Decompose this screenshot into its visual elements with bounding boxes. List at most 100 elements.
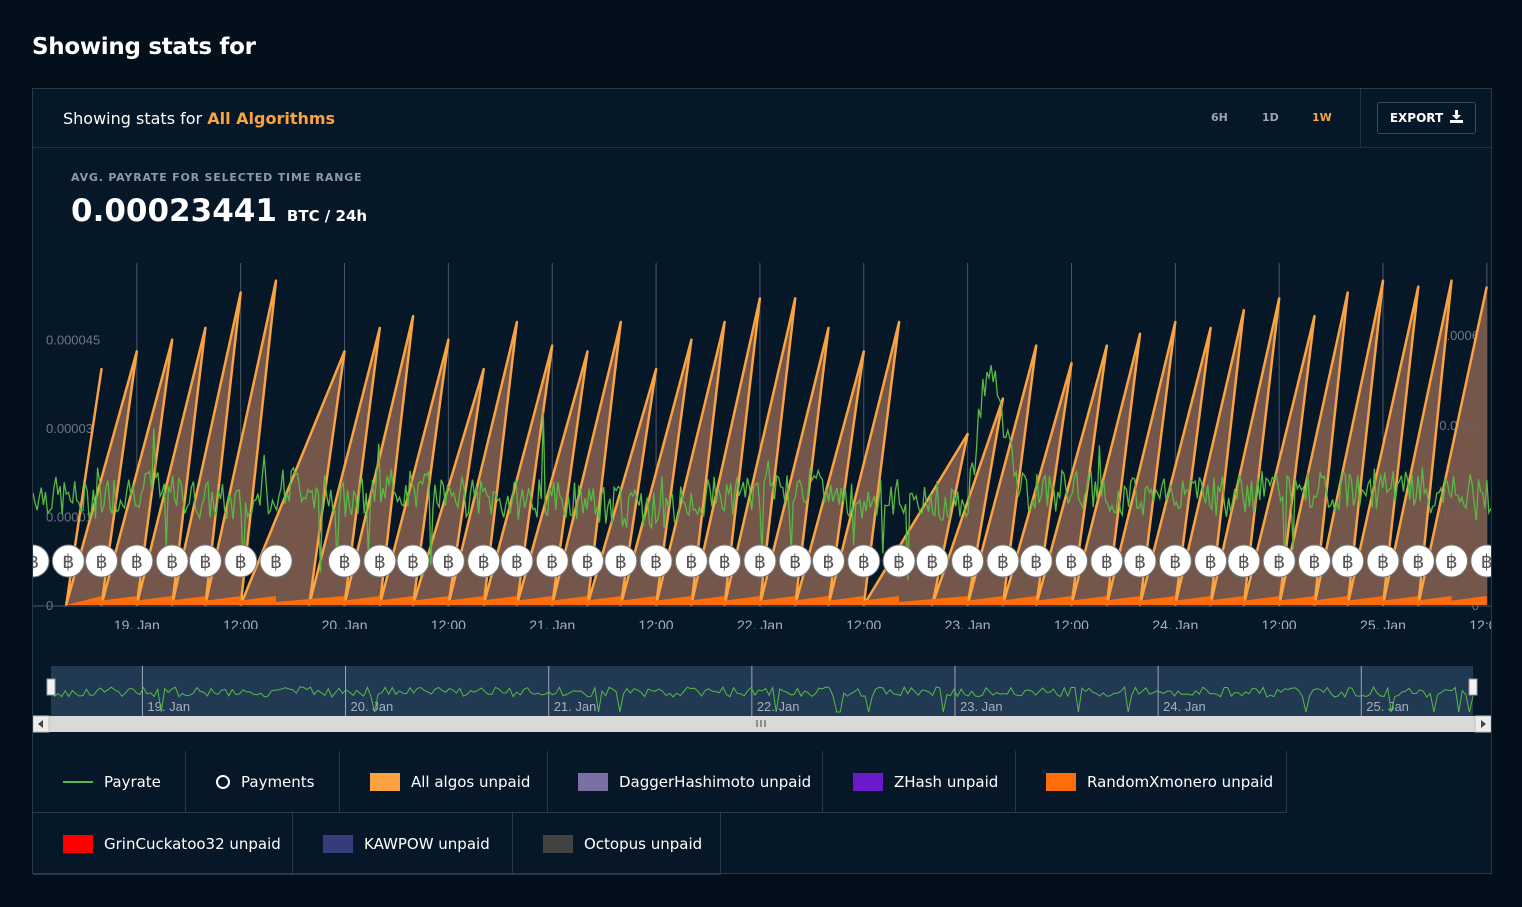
x-tick-label: 19. Jan <box>114 617 160 629</box>
svg-text:฿: ฿ <box>1030 551 1042 573</box>
svg-text:฿: ฿ <box>997 551 1009 573</box>
payment-marker: ฿ <box>396 544 430 578</box>
svg-text:฿: ฿ <box>1273 551 1285 573</box>
svg-text:฿: ฿ <box>789 551 801 573</box>
payment-marker: ฿ <box>743 544 777 578</box>
legend-grin[interactable]: GrinCuckatoo32 unpaid <box>33 813 293 875</box>
x-tick-label: 21. Jan <box>529 617 575 629</box>
payrate-chart[interactable]: 19. Jan 12:00 20. Jan 12:00 21. Jan 12:00 22. … <box>33 249 1491 629</box>
color-swatch-icon <box>323 834 353 853</box>
payment-marker: ฿ <box>986 544 1020 578</box>
legend-octopus[interactable]: Octopus unpaid <box>513 813 721 875</box>
payment-marker: ฿ <box>847 544 881 578</box>
export-button[interactable]: EXPORT <box>1377 102 1476 134</box>
svg-text:฿: ฿ <box>1101 551 1113 573</box>
svg-text:฿: ฿ <box>1445 551 1457 573</box>
legend-label: KAWPOW unpaid <box>364 834 490 853</box>
avg-payrate: 0.00023441 BTC / 24h <box>71 193 367 229</box>
legend-all-algos[interactable]: All algos unpaid <box>340 751 548 813</box>
payment-marker: ฿ <box>328 544 362 578</box>
payment-marker: ฿ <box>85 544 119 578</box>
payment-marker: ฿ <box>1019 544 1053 578</box>
payment-marker: ฿ <box>467 544 501 578</box>
color-swatch-icon <box>543 834 573 853</box>
x-tick-label: 22. Jan <box>737 617 783 629</box>
legend-randomx[interactable]: RandomXmonero unpaid <box>1016 751 1287 813</box>
svg-text:฿: ฿ <box>1342 551 1354 573</box>
range-1w-button[interactable]: 1W <box>1312 111 1332 124</box>
payment-marker: ฿ <box>951 544 985 578</box>
payment-marker: ฿ <box>155 544 189 578</box>
svg-text:฿: ฿ <box>235 551 247 573</box>
payment-marker: ฿ <box>811 544 845 578</box>
svg-text:฿: ฿ <box>1205 551 1217 573</box>
svg-text:฿: ฿ <box>822 551 834 573</box>
color-swatch-icon <box>578 772 608 791</box>
payment-marker: ฿ <box>33 544 50 578</box>
circle-swatch-icon <box>216 774 230 789</box>
svg-text:฿: ฿ <box>95 551 107 573</box>
svg-text:฿: ฿ <box>650 551 662 573</box>
svg-text:฿: ฿ <box>962 551 974 573</box>
download-icon <box>1450 110 1464 126</box>
svg-text:฿: ฿ <box>1412 551 1424 573</box>
x-tick-label: 20. Jan <box>322 617 368 629</box>
navigator-tick-label: 25. Jan <box>1366 699 1409 714</box>
svg-text:฿: ฿ <box>478 551 490 573</box>
legend-payments[interactable]: Payments <box>186 751 340 813</box>
payment-marker: ฿ <box>535 544 569 578</box>
legend-dagger[interactable]: DaggerHashimoto unpaid <box>548 751 823 813</box>
x-tick-label: 12:00 <box>639 617 674 629</box>
svg-text:฿: ฿ <box>374 551 386 573</box>
legend-label: ZHash unpaid <box>894 772 999 791</box>
avg-payrate-label: AVG. PAYRATE FOR SELECTED TIME RANGE <box>71 171 363 184</box>
payment-marker: ฿ <box>915 544 949 578</box>
page-title: Showing stats for <box>32 34 256 60</box>
legend-kawpow[interactable]: KAWPOW unpaid <box>293 813 513 875</box>
scrollbar-track[interactable] <box>33 716 1491 732</box>
legend-payrate[interactable]: Payrate <box>33 751 186 813</box>
y-left-tick-label: 0.00003 <box>46 421 93 436</box>
legend-label: Octopus unpaid <box>584 834 703 853</box>
x-tick-label: 12:00 <box>1054 617 1089 629</box>
payment-marker: ฿ <box>188 544 222 578</box>
svg-text:฿: ฿ <box>511 551 523 573</box>
payment-marker: ฿ <box>431 544 465 578</box>
svg-text:฿: ฿ <box>338 551 350 573</box>
color-swatch-icon <box>853 772 883 791</box>
svg-text:฿: ฿ <box>1065 551 1077 573</box>
payment-marker: ฿ <box>674 544 708 578</box>
payment-marker: ฿ <box>778 544 812 578</box>
payment-marker: ฿ <box>1262 544 1296 578</box>
payment-marker: ฿ <box>1123 544 1157 578</box>
payment-marker: ฿ <box>1366 544 1400 578</box>
range-6h-button[interactable]: 6H <box>1211 111 1228 124</box>
avg-payrate-value: 0.00023441 <box>71 193 277 229</box>
legend-zhash[interactable]: ZHash unpaid <box>823 751 1016 813</box>
payment-marker: ฿ <box>1331 544 1365 578</box>
navigator-handle[interactable] <box>1468 678 1478 696</box>
legend-label: GrinCuckatoo32 unpaid <box>104 834 281 853</box>
payment-marker: ฿ <box>51 544 85 578</box>
svg-text:฿: ฿ <box>442 551 454 573</box>
x-tick-label: 25. Jan <box>1360 617 1406 629</box>
stats-panel: Showing stats for All Algorithms 6H 1D 1… <box>32 88 1492 875</box>
svg-text:฿: ฿ <box>62 551 74 573</box>
algorithm-selector[interactable]: All Algorithms <box>207 109 335 128</box>
navigator-handle[interactable] <box>46 678 56 696</box>
navigator-tick-label: 19. Jan <box>147 699 190 714</box>
export-label: EXPORT <box>1389 111 1444 125</box>
payment-marker: ฿ <box>604 544 638 578</box>
payment-marker: ฿ <box>500 544 534 578</box>
color-swatch-icon <box>63 834 93 853</box>
x-tick-label: 12:00 <box>223 617 258 629</box>
svg-text:฿: ฿ <box>199 551 211 573</box>
range-1d-button[interactable]: 1D <box>1262 111 1279 124</box>
header-divider <box>1360 89 1361 147</box>
color-swatch-icon <box>370 772 400 791</box>
legend-label: All algos unpaid <box>411 772 531 791</box>
payment-marker: ฿ <box>1435 544 1469 578</box>
chart-navigator[interactable]: 19. Jan 20. Jan 21. Jan 22. Jan 23. Jan 24. J… <box>33 664 1491 734</box>
svg-text:฿: ฿ <box>858 551 870 573</box>
payment-marker: ฿ <box>571 544 605 578</box>
